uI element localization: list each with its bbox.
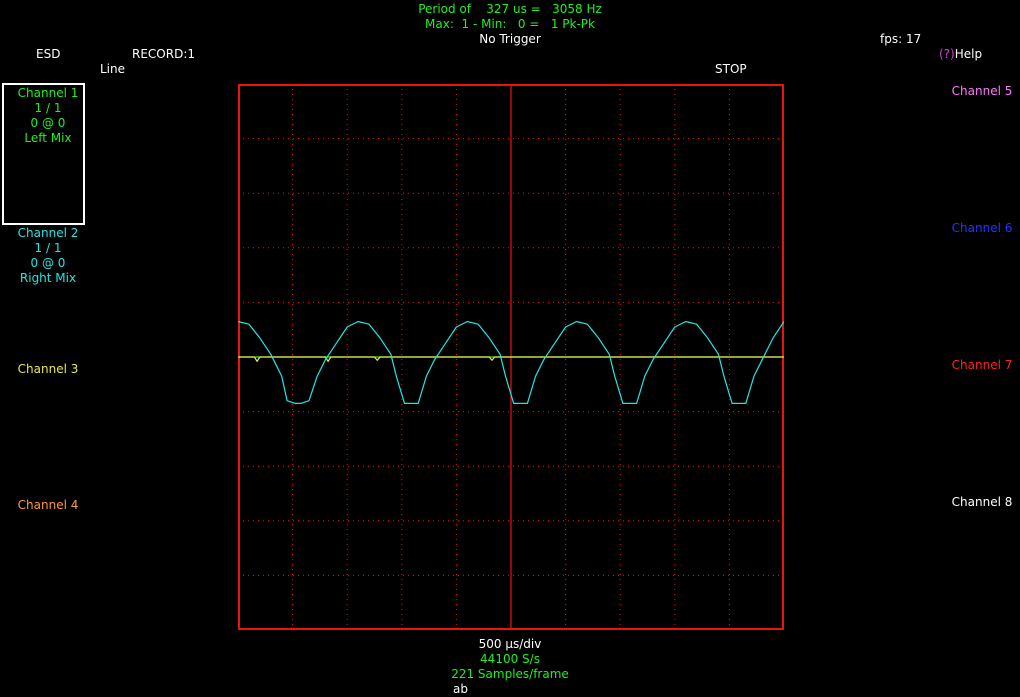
time-per-div[interactable]: 500 µs/div bbox=[380, 637, 640, 652]
channel-4-name: Channel 4 bbox=[17, 498, 79, 512]
help-button[interactable]: (?)Help bbox=[939, 47, 982, 62]
channel-6-label[interactable]: Channel 6 bbox=[934, 221, 1020, 236]
channel-5-name: Channel 5 bbox=[951, 84, 1013, 98]
scope-display[interactable] bbox=[238, 84, 784, 630]
maxmin-readout: Max: 1 - Min: 0 = 1 Pk-Pk bbox=[425, 17, 595, 31]
channel-1-name: Channel 1 bbox=[17, 86, 79, 100]
channel-8-label[interactable]: Channel 8 bbox=[934, 495, 1020, 510]
help-icon: (?) bbox=[939, 47, 955, 61]
channel-2-panel[interactable]: Channel 2 1 / 1 0 @ 0 Right Mix bbox=[0, 226, 96, 286]
channel-3-label[interactable]: Channel 3 bbox=[0, 362, 96, 377]
channel-2-source: Right Mix bbox=[19, 271, 77, 285]
channel-6-name: Channel 6 bbox=[951, 221, 1013, 235]
channel-1-offset: 0 @ 0 bbox=[30, 116, 66, 130]
period-readout: Period of 327 us = 3058 Hz bbox=[418, 2, 602, 16]
channel-3-name: Channel 3 bbox=[17, 362, 79, 376]
record-label[interactable]: RECORD:1 bbox=[132, 47, 195, 62]
trigger-status: No Trigger bbox=[479, 32, 541, 46]
channel-1-panel[interactable]: Channel 1 1 / 1 0 @ 0 Left Mix bbox=[0, 86, 96, 146]
fps-readout: fps: 17 bbox=[880, 32, 922, 46]
channel-5-label[interactable]: Channel 5 bbox=[934, 84, 1020, 99]
channel-8-name: Channel 8 bbox=[951, 495, 1013, 509]
channel-1-scale: 1 / 1 bbox=[34, 101, 62, 115]
esd-label: ESD bbox=[36, 47, 61, 61]
channel-2-offset: 0 @ 0 bbox=[30, 256, 66, 270]
trigger-source[interactable]: Line bbox=[100, 62, 125, 77]
input-indicator: ab bbox=[453, 682, 468, 696]
channel-7-name: Channel 7 bbox=[951, 358, 1013, 372]
sample-rate: 44100 S/s bbox=[480, 652, 540, 666]
channel-7-label[interactable]: Channel 7 bbox=[934, 358, 1020, 373]
channel-1-source: Left Mix bbox=[24, 131, 72, 145]
channel-4-label[interactable]: Channel 4 bbox=[0, 498, 96, 513]
help-label: Help bbox=[954, 47, 983, 61]
run-stop-button[interactable]: STOP bbox=[715, 62, 747, 77]
channel-2-name: Channel 2 bbox=[17, 226, 79, 240]
samples-per-frame: 221 Samples/frame bbox=[451, 667, 569, 681]
channel-2-scale: 1 / 1 bbox=[34, 241, 62, 255]
